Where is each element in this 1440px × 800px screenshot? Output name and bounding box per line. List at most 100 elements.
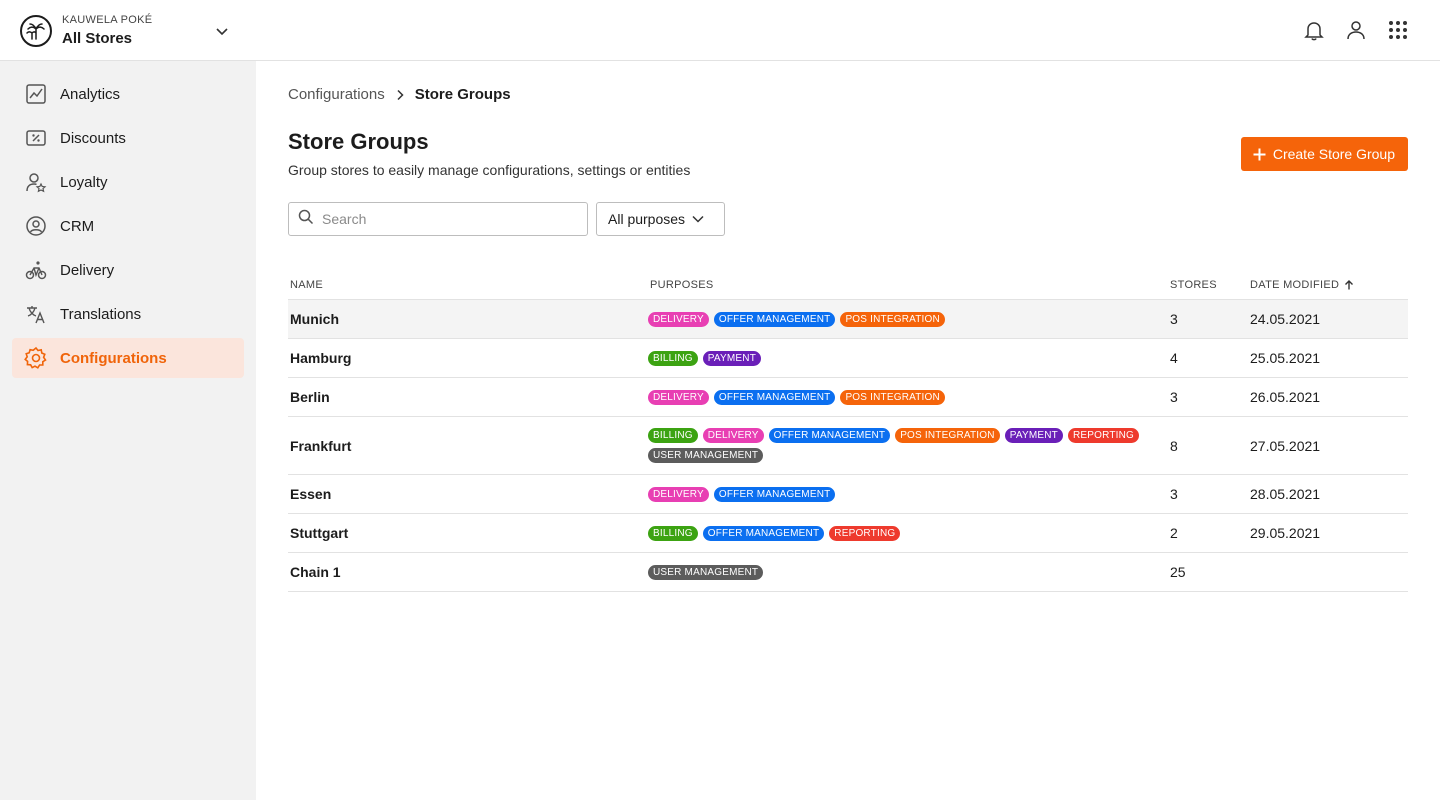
breadcrumb: Configurations Store Groups [288,86,511,103]
apps-grid-icon[interactable] [1386,18,1410,42]
purpose-filter-select[interactable]: All purposes [596,202,725,236]
row-date-modified: 25.05.2021 [1250,350,1321,366]
purpose-tag: POS INTEGRATION [895,428,1000,443]
sidebar-item-loyalty[interactable]: Loyalty [12,162,244,202]
breadcrumb-configurations[interactable]: Configurations [288,86,385,103]
purpose-tag: OFFER MANAGEMENT [713,311,836,327]
loyalty-icon [24,170,48,194]
purpose-tag: DELIVERY [648,389,709,405]
row-purposes: DELIVERY OFFER MANAGEMENT [648,482,1168,507]
purpose-tag: PAYMENT [1004,428,1063,443]
purpose-tag: OFFER MANAGEMENT [768,428,891,443]
row-stores: 8 [1170,437,1178,454]
purpose-tag: OFFER MANAGEMENT [713,486,836,502]
bike-icon [24,258,48,282]
row-purposes: DELIVERY OFFER MANAGEMENT POS INTEGRATION [648,385,1168,410]
column-header-purposes[interactable]: PURPOSES [648,279,1168,291]
purpose-tag: BILLING [648,428,698,443]
purpose-tag: POS INTEGRATION [840,389,945,405]
purpose-tag: DELIVERY [702,428,764,443]
search-field[interactable] [288,202,588,236]
row-stores: 3 [1170,389,1178,405]
table-row[interactable]: Hamburg BILLING PAYMENT 4 25.05.2021 [288,339,1408,378]
sidebar-item-crm[interactable]: CRM [12,206,244,246]
sidebar-item-label: Discounts [60,129,126,147]
row-stores: 4 [1170,350,1178,366]
row-purposes: DELIVERY OFFER MANAGEMENT POS INTEGRATION [648,307,1168,332]
table-row[interactable]: Frankfurt BILLING DELIVERY OFFER MANAGEMENT… [288,417,1408,475]
main-content: Configurations Store Groups Store Groups… [256,61,1440,800]
row-name: Chain 1 [290,564,341,580]
row-date-modified: 26.05.2021 [1250,389,1321,405]
row-date-modified: 28.05.2021 [1250,486,1321,502]
sidebar-item-label: Loyalty [60,173,108,191]
row-name: Hamburg [290,350,352,366]
chevron-down-icon[interactable] [214,23,230,39]
purpose-tag: USER MANAGEMENT [648,564,764,580]
translate-icon [24,302,48,326]
chevron-down-icon [691,212,705,226]
column-header-name[interactable]: NAME [288,279,648,291]
row-purposes: BILLING PAYMENT [648,346,1168,371]
purpose-tag: USER MANAGEMENT [648,448,764,463]
user-icon[interactable] [1344,18,1368,42]
brand-name: KAUWELA POKÉ [62,13,153,26]
row-name: Berlin [290,389,330,405]
sidebar-item-delivery[interactable]: Delivery [12,250,244,290]
row-name: Frankfurt [290,437,352,454]
column-header-stores[interactable]: STORES [1168,279,1248,291]
search-icon [298,209,314,230]
table-row[interactable]: Stuttgart BILLING OFFER MANAGEMENT REPORTIN… [288,514,1408,553]
plus-icon [1253,148,1266,161]
row-purposes: BILLING OFFER MANAGEMENT REPORTING [648,521,1168,546]
sidebar-item-analytics[interactable]: Analytics [12,74,244,114]
search-input[interactable] [322,211,572,227]
sidebar-item-label: Analytics [60,85,121,103]
row-purposes: USER MANAGEMENT [648,560,1168,585]
store-name: All Stores [62,29,133,47]
table-header: NAME PURPOSES STORES DATE MODIFIED [288,271,1408,300]
sort-arrow-up-icon[interactable] [1344,280,1354,290]
row-purposes: BILLING DELIVERY OFFER MANAGEMENT POS INTEG… [648,423,1168,468]
row-date-modified: 29.05.2021 [1250,525,1321,541]
table-row[interactable]: Essen DELIVERY OFFER MANAGEMENT 3 28.05.2021 [288,475,1408,514]
purpose-tag: BILLING [648,350,698,366]
purpose-filter-value: All purposes [608,211,686,227]
create-store-group-label: Create Store Group [1272,146,1395,162]
table-row[interactable]: Berlin DELIVERY OFFER MANAGEMENT POS INTEGR… [288,378,1408,417]
sidebar-item-label: Translations [60,305,142,323]
row-stores: 2 [1170,525,1178,541]
palm-logo-icon [20,15,52,47]
sidebar: Analytics Discounts Loyalty CRM Delivery… [0,61,256,800]
purpose-tag: OFFER MANAGEMENT [713,389,836,405]
purpose-tag: BILLING [648,525,698,541]
create-store-group-button[interactable]: Create Store Group [1240,137,1408,171]
breadcrumb-current: Store Groups [414,86,511,103]
sidebar-item-translations[interactable]: Translations [12,294,244,334]
bell-icon[interactable] [1302,18,1326,42]
sidebar-item-label: Configurations [60,349,167,367]
purpose-tag: DELIVERY [648,311,709,327]
discount-icon [24,126,48,150]
crm-icon [24,214,48,238]
table-row[interactable]: Munich DELIVERY OFFER MANAGEMENT POS INTEGR… [288,300,1408,339]
row-date-modified: 24.05.2021 [1250,311,1321,327]
table-body: Munich DELIVERY OFFER MANAGEMENT POS INTEGR… [288,300,1408,592]
purpose-tag: DELIVERY [648,486,709,502]
top-bar: KAUWELA POKÉ All Stores [0,0,1440,61]
gear-icon [24,346,48,370]
sidebar-item-label: CRM [60,217,95,235]
row-stores: 3 [1170,311,1178,327]
row-name: Essen [290,486,332,502]
sidebar-item-configurations[interactable]: Configurations [12,338,244,378]
column-header-date-modified[interactable]: DATE MODIFIED [1248,279,1408,291]
sidebar-item-discounts[interactable]: Discounts [12,118,244,158]
chevron-right-icon [394,89,406,101]
purpose-tag: POS INTEGRATION [840,311,945,327]
row-stores: 3 [1170,486,1178,502]
table-row[interactable]: Chain 1 USER MANAGEMENT 25 [288,553,1408,592]
purpose-tag: PAYMENT [702,350,762,366]
purpose-tag: REPORTING [1067,428,1140,443]
store-switcher[interactable]: KAUWELA POKÉ All Stores [20,13,236,49]
row-stores: 25 [1170,564,1186,580]
